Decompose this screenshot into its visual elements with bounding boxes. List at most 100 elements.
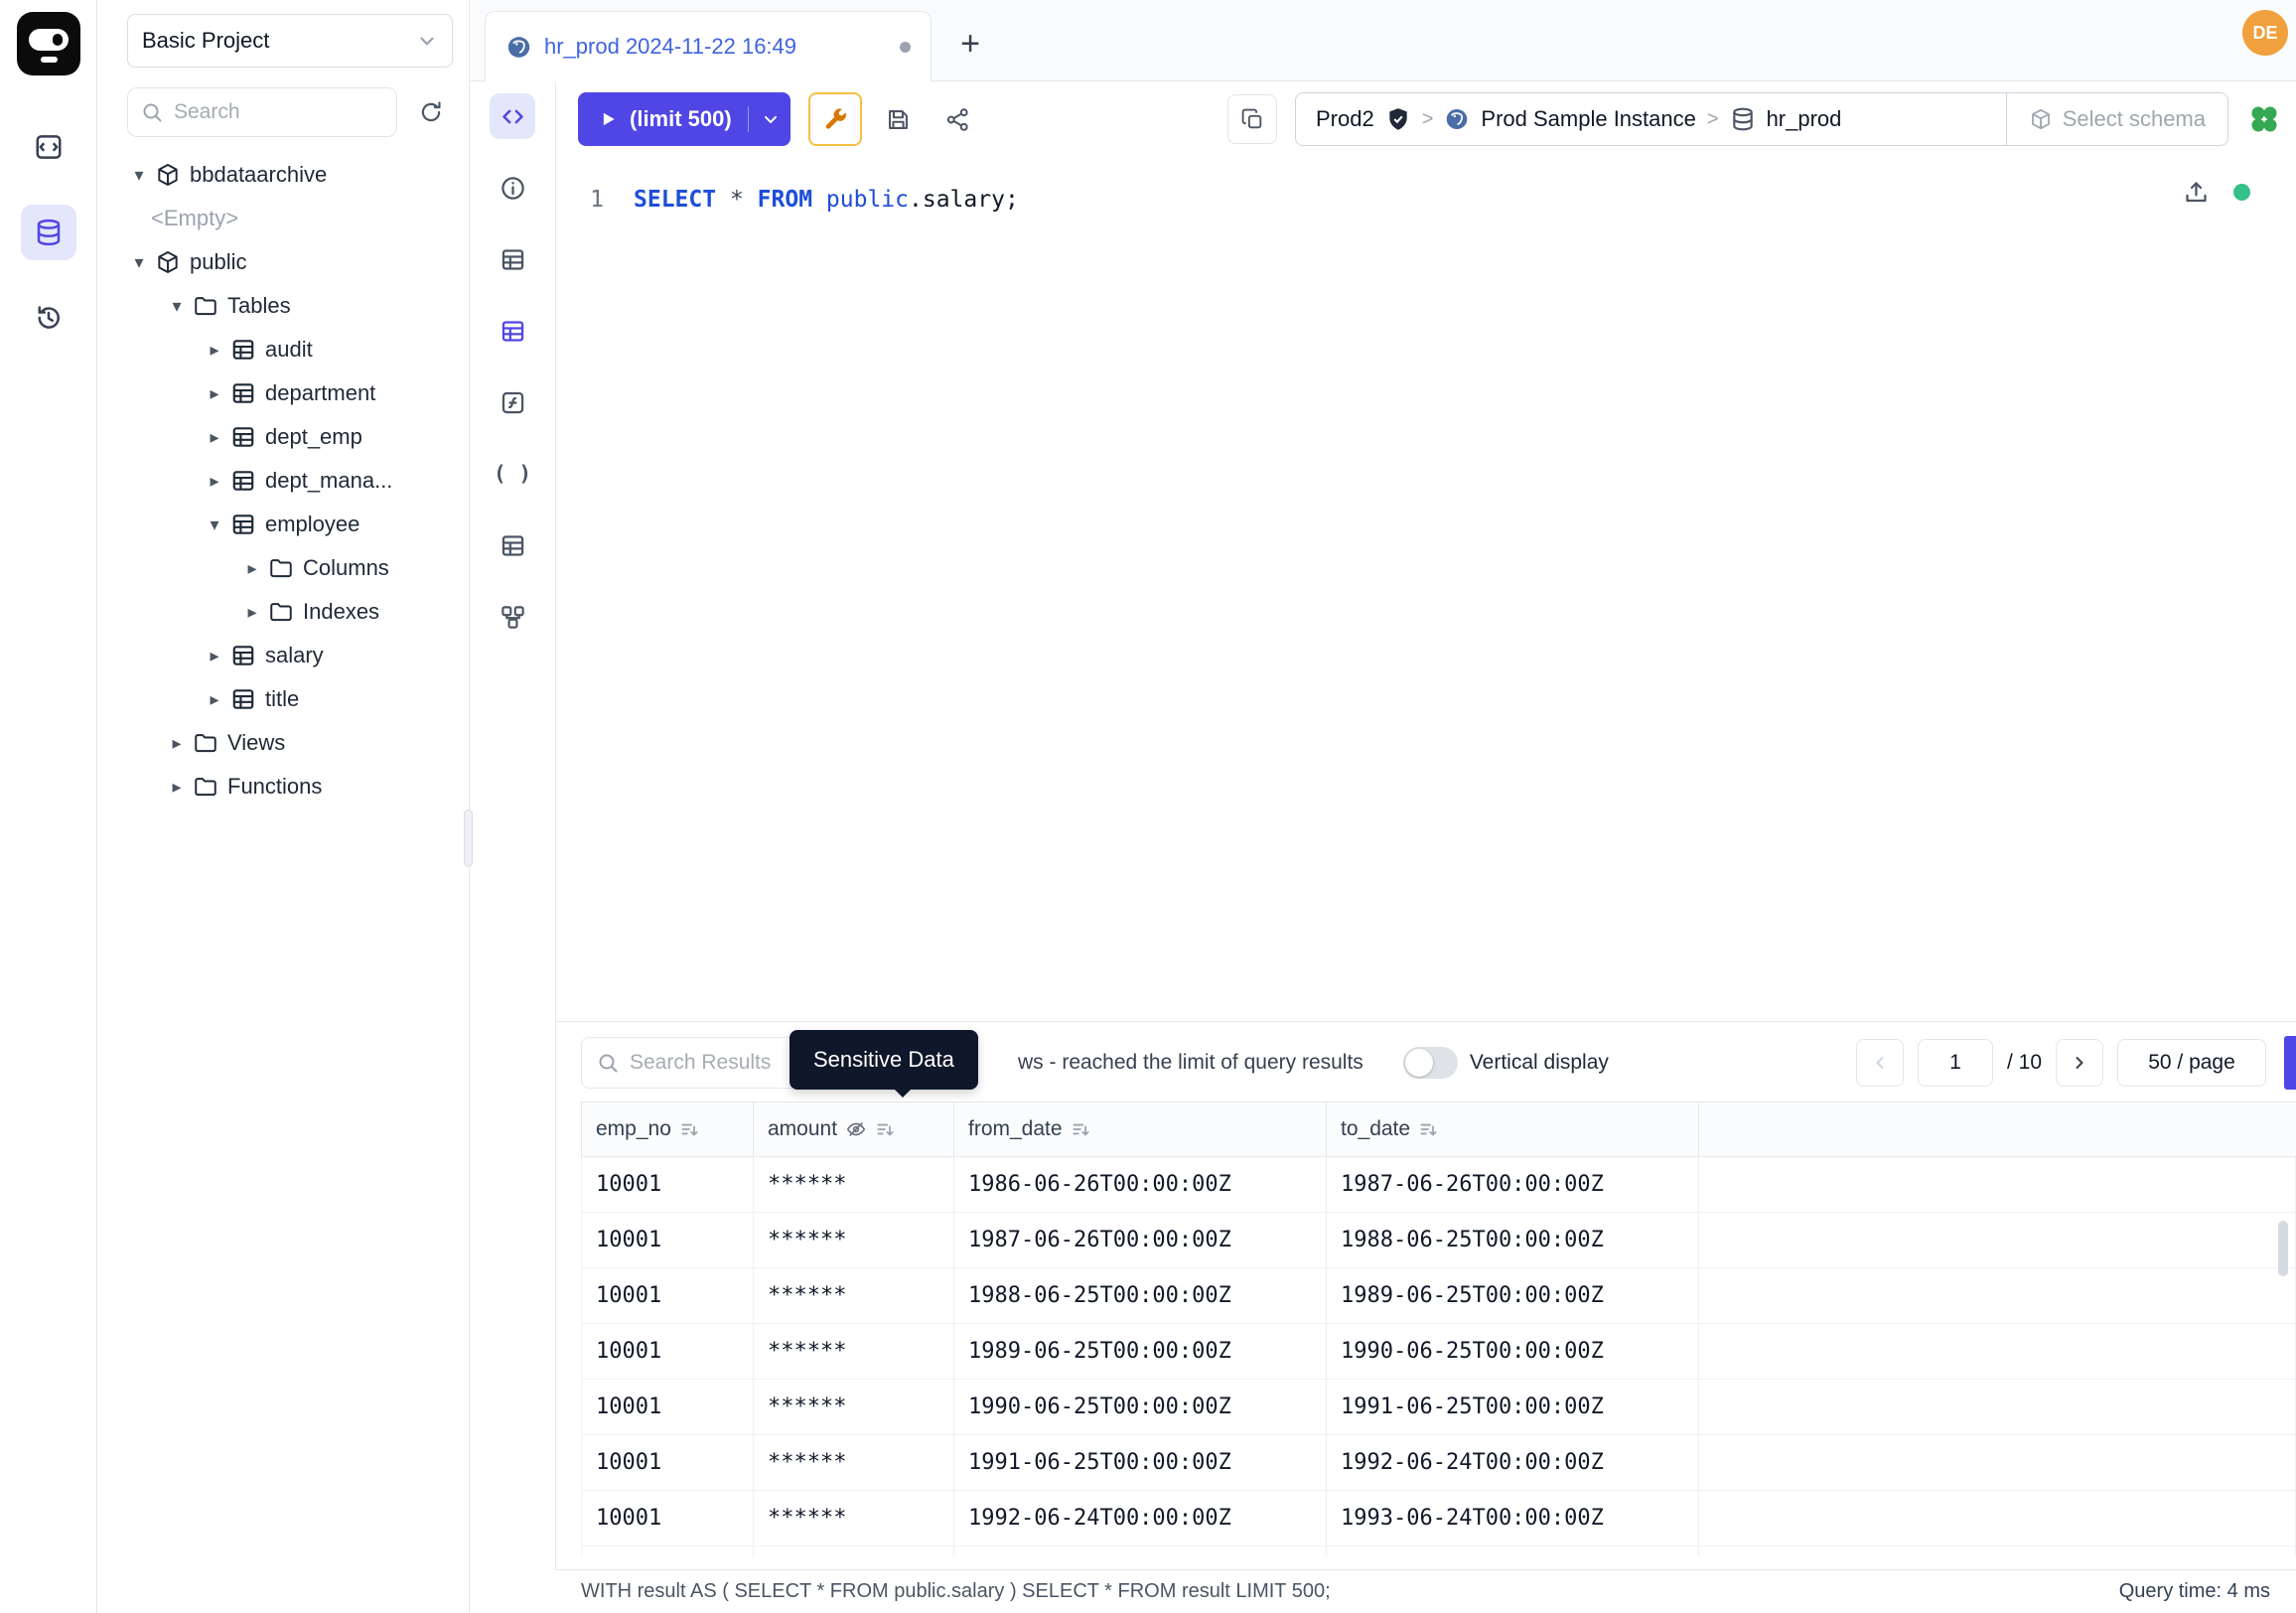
tree-item-label: bbdataarchive (190, 162, 327, 188)
tree-item-salary[interactable]: ▸salary (127, 634, 453, 677)
plugin-button[interactable] (2242, 97, 2286, 141)
connection-path[interactable]: Prod2 > Prod Sample Instance > hr_prod (1296, 93, 2006, 145)
code-token: FROM (758, 187, 812, 213)
schema-select[interactable]: Select schema (2006, 93, 2227, 145)
column-header-amount[interactable]: amount (754, 1102, 954, 1156)
tree-item-empty[interactable]: <Empty> (127, 197, 453, 240)
sidebar-search-box[interactable] (127, 87, 397, 137)
column-header-from_date[interactable]: from_date (954, 1102, 1327, 1156)
tree-item-tables[interactable]: ▾Tables (127, 284, 453, 328)
folder-icon (193, 774, 218, 800)
caret-down-icon[interactable]: ▾ (127, 165, 151, 186)
sql-code-icon[interactable] (490, 93, 535, 139)
shield-icon (1385, 106, 1411, 132)
table-panel-icon[interactable] (490, 236, 535, 282)
sidebar-resize-handle[interactable] (464, 809, 473, 867)
tree-item-dept-mana[interactable]: ▸dept_mana... (127, 459, 453, 503)
function-icon[interactable] (490, 379, 535, 425)
caret-right-icon[interactable]: ▸ (240, 602, 264, 623)
format-sql-button[interactable] (808, 92, 862, 146)
tab-label: hr_prod 2024-11-22 16:49 (544, 34, 796, 60)
sql-editor[interactable]: 1 SELECT * FROM public.salary; (556, 157, 2296, 1021)
tree-item-audit[interactable]: ▸audit (127, 328, 453, 371)
caret-right-icon[interactable]: ▸ (203, 471, 226, 492)
parentheses-icon[interactable]: ( ) (490, 451, 535, 497)
column-header-to_date[interactable]: to_date (1327, 1102, 1699, 1156)
caret-right-icon[interactable]: ▸ (203, 689, 226, 710)
history-icon[interactable] (21, 290, 76, 346)
sql-console-icon[interactable] (21, 119, 76, 175)
tree-item-functions[interactable]: ▸Functions (127, 765, 453, 808)
page-size-select[interactable]: 50 / page (2117, 1039, 2266, 1087)
table-row: 10001******1992-06-24T00:00:00Z1993-06-2… (582, 1491, 2296, 1546)
caret-down-icon[interactable]: ▾ (165, 296, 189, 317)
save-icon (885, 106, 912, 133)
vertical-display-toggle[interactable] (1403, 1047, 1458, 1079)
database-icon[interactable] (21, 205, 76, 260)
prev-page-button[interactable] (1856, 1039, 1904, 1087)
table-cell: 10001 (582, 1213, 754, 1267)
caret-right-icon[interactable]: ▸ (203, 383, 226, 404)
parentheses-glyph: ( ) (494, 462, 531, 486)
caret-down-icon[interactable]: ▾ (127, 252, 151, 273)
table-cell: ****** (754, 1268, 954, 1323)
database-icon (34, 218, 64, 247)
column-header-emp_no[interactable]: emp_no (582, 1102, 754, 1156)
tree-item-indexes[interactable]: ▸Indexes (127, 590, 453, 634)
caret-right-icon[interactable]: ▸ (203, 646, 226, 666)
folder-icon (193, 293, 218, 319)
page-number-input[interactable]: 1 (1918, 1039, 1993, 1087)
tree-item-dept-emp[interactable]: ▸dept_emp (127, 415, 453, 459)
sensitive-table-icon[interactable] (490, 308, 535, 354)
tree-item-public[interactable]: ▾public (127, 240, 453, 284)
caret-right-icon[interactable]: ▸ (165, 733, 189, 754)
tree-item-views[interactable]: ▸Views (127, 721, 453, 765)
history-icon (34, 303, 64, 333)
share-sheet-button[interactable] (935, 96, 981, 142)
run-options-chevron-icon[interactable] (761, 109, 781, 129)
results-table: emp_noamountfrom_dateto_date 10001******… (581, 1101, 2296, 1556)
table-cell: 1993-06-24T00:00:00Z (954, 1546, 1327, 1556)
sidebar-search-input[interactable] (174, 100, 384, 124)
caret-down-icon[interactable]: ▾ (203, 514, 226, 535)
info-icon[interactable] (490, 165, 535, 211)
bytebase-logo[interactable] (17, 12, 80, 75)
tree-item-employee[interactable]: ▾employee (127, 503, 453, 546)
results-scrollbar[interactable] (2278, 1221, 2288, 1276)
tables-list-icon[interactable] (490, 522, 535, 568)
refresh-button[interactable] (409, 90, 453, 134)
run-query-button[interactable]: (limit 500) (578, 92, 790, 146)
upload-icon[interactable] (2183, 179, 2210, 206)
caret-right-icon[interactable]: ▸ (203, 340, 226, 361)
table-icon (230, 337, 256, 363)
share-icon (944, 106, 971, 133)
chevron-right-icon (2070, 1053, 2089, 1073)
run-button-divider (748, 106, 749, 132)
table-cell: 10001 (582, 1546, 754, 1556)
database-label: hr_prod (1767, 106, 1842, 132)
tab-hr-prod[interactable]: hr_prod 2024-11-22 16:49 (485, 11, 932, 81)
table-cell-filler (1699, 1546, 2296, 1556)
project-select[interactable]: Basic Project (127, 14, 453, 68)
tree-item-columns[interactable]: ▸Columns (127, 546, 453, 590)
copy-connection-button[interactable] (1227, 94, 1277, 144)
table-cell: 1993-06-24T00:00:00Z (1327, 1491, 1699, 1545)
unsaved-dot-icon (900, 42, 911, 53)
caret-right-icon[interactable]: ▸ (203, 427, 226, 448)
tables-list-icon (500, 532, 526, 559)
panel-resize-handle[interactable] (1430, 1021, 1464, 1024)
save-sheet-button[interactable] (876, 96, 922, 142)
tree-item-title[interactable]: ▸title (127, 677, 453, 721)
table-row: 10001******1986-06-26T00:00:00Z1987-06-2… (582, 1157, 2296, 1213)
export-button[interactable] (2284, 1036, 2296, 1090)
schema-diagram-icon[interactable] (490, 594, 535, 640)
avatar[interactable]: DE (2242, 10, 2288, 56)
next-page-button[interactable] (2056, 1039, 2103, 1087)
caret-right-icon[interactable]: ▸ (165, 777, 189, 798)
app-rail (0, 0, 97, 1613)
tree-item-bbdataarchive[interactable]: ▾ bbdataarchive (127, 153, 453, 197)
sort-icon (1418, 1119, 1438, 1139)
tree-item-department[interactable]: ▸department (127, 371, 453, 415)
caret-right-icon[interactable]: ▸ (240, 558, 264, 579)
new-tab-button[interactable]: + (947, 21, 993, 67)
